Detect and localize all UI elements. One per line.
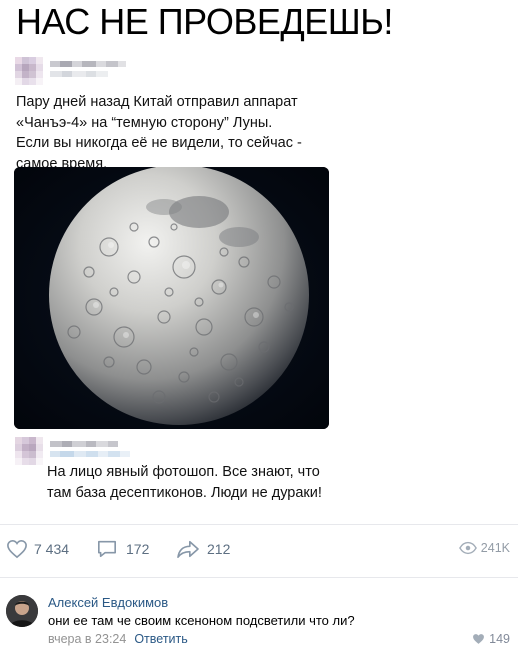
reply-line: На лицо явный фотошоп. Все знают, что: [47, 464, 320, 480]
blurred-avatar: [15, 57, 43, 85]
commenter-avatar-image: [6, 595, 38, 627]
heart-icon: [7, 539, 27, 559]
share-count: 212: [207, 541, 231, 557]
reply-link[interactable]: Ответить: [134, 632, 187, 646]
post-line: Если вы никогда её не видели, то сейчас …: [16, 135, 302, 151]
avatar[interactable]: [6, 595, 38, 627]
moon-image: [14, 167, 329, 429]
post-line: «Чанъэ-4» на “темную сторону” Луны.: [16, 114, 273, 131]
headline: НАС НЕ ПРОВЕДЕШЬ!: [16, 1, 393, 42]
like-count: 7 434: [34, 541, 70, 557]
comment-text: они ее там че своим ксеноном подсветили …: [48, 613, 355, 628]
comment-count: 172: [126, 541, 150, 557]
comment-author[interactable]: Алексей Евдокимов: [48, 595, 168, 610]
post-text: Пару дней назад Китай отправил аппарат «…: [16, 92, 336, 174]
blurred-author-name: [50, 61, 126, 67]
comment-like-button[interactable]: 149: [472, 632, 510, 646]
share-button[interactable]: 212: [175, 539, 230, 559]
divider: [0, 524, 518, 525]
comment-meta: вчера в 23:24 Ответить: [48, 632, 188, 646]
like-button[interactable]: 7 434: [6, 539, 69, 559]
reply-text: На лицо явный фотошоп. Все знают, что та…: [47, 462, 322, 503]
eye-icon: [458, 541, 477, 555]
views-count: 241K: [480, 541, 510, 555]
divider: [0, 577, 518, 578]
share-icon: [177, 540, 199, 558]
blurred-author-name: [50, 441, 118, 447]
comment-button[interactable]: 172: [96, 539, 149, 559]
blurred-author-handle: [50, 71, 108, 77]
comment-icon: [98, 540, 116, 558]
heart-icon: [473, 634, 485, 644]
blurred-author-handle: [50, 451, 130, 457]
moon-photo[interactable]: [14, 167, 329, 429]
blurred-avatar: [15, 437, 43, 465]
views-counter: 241K: [458, 541, 510, 555]
comment-time[interactable]: вчера в 23:24: [48, 632, 126, 646]
reply-line: там база десептиконов. Люди не дураки!: [47, 484, 322, 501]
post-line: Пару дней назад Китай отправил аппарат: [16, 94, 298, 110]
comment-like-count: 149: [489, 632, 510, 646]
